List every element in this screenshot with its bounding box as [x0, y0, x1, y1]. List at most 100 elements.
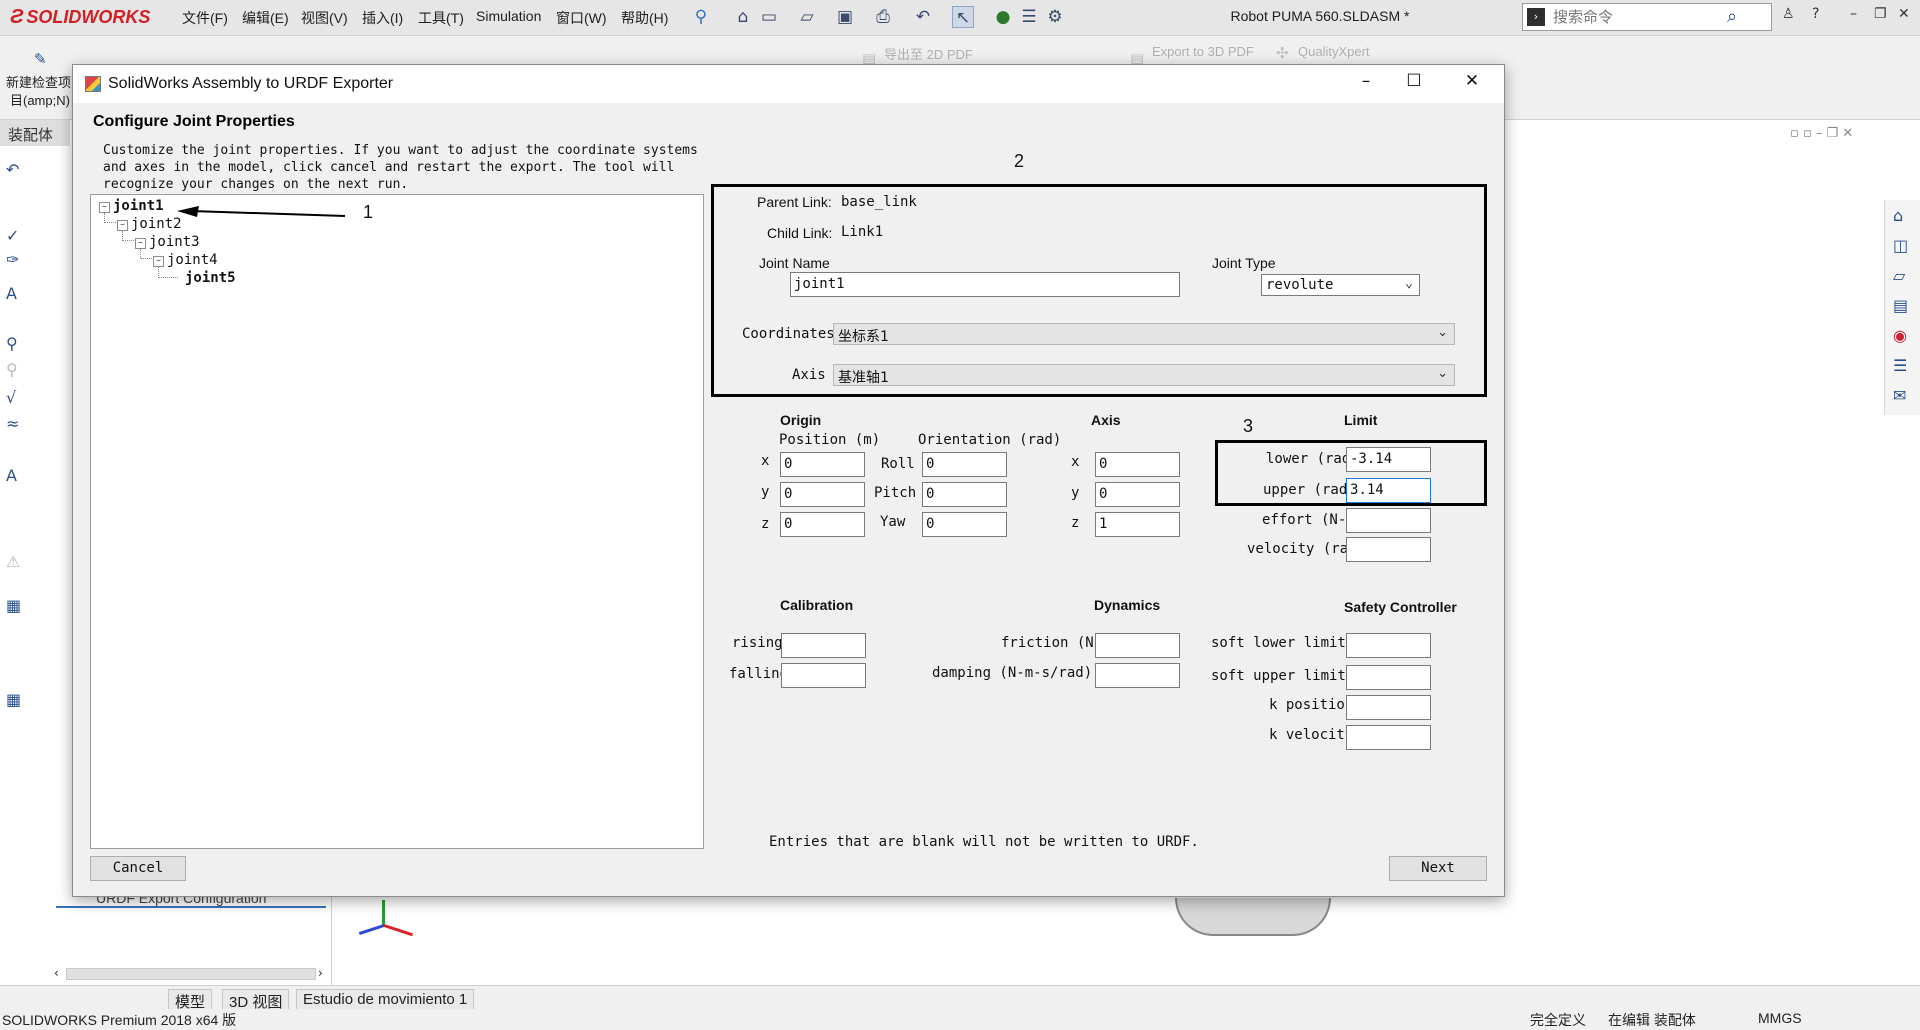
file-properties-icon[interactable]: ☰	[1018, 6, 1040, 28]
user-icon[interactable]: ♙	[1782, 6, 1795, 22]
k-velocity-input[interactable]	[1346, 725, 1431, 750]
axis-z-input[interactable]: 1	[1095, 512, 1180, 537]
help-icon[interactable]: ?	[1812, 6, 1819, 22]
tab-motion-study[interactable]: Estudio de movimiento 1	[296, 989, 475, 1010]
home-pane-icon[interactable]: ⌂	[1893, 206, 1915, 228]
curve-icon[interactable]: ≈	[6, 414, 30, 438]
velocity-input[interactable]	[1346, 537, 1431, 562]
quality-xpert-button[interactable]: QualityXpert	[1298, 44, 1370, 59]
lower-limit-input[interactable]: -3.14	[1346, 447, 1431, 472]
sketch-check-icon[interactable]: √	[6, 388, 30, 412]
dialog-close-icon[interactable]: ✕	[1457, 71, 1487, 97]
print-icon[interactable]: ⎙	[872, 6, 894, 28]
select-cursor-icon[interactable]: ↖	[952, 6, 974, 28]
unit-system[interactable]: MMGS	[1758, 1010, 1802, 1026]
solidworks-logo[interactable]: Ƨ SOLIDWORKS	[10, 6, 152, 32]
save-icon[interactable]: ▣	[834, 6, 856, 28]
menu-view[interactable]: 视图(V)	[301, 8, 348, 28]
appearances-icon[interactable]: ◉	[1893, 326, 1915, 348]
robot-base-model[interactable]	[1175, 898, 1331, 936]
menu-file[interactable]: 文件(F)	[182, 8, 228, 28]
dialog-maximize-icon[interactable]: ☐	[1399, 71, 1429, 97]
origin-y-input[interactable]: 0	[780, 482, 865, 507]
joint-type-select[interactable]: revolute ⌄	[1261, 274, 1420, 296]
search-icon[interactable]: ⌕	[1727, 6, 1751, 28]
paint-icon[interactable]: ✑	[6, 250, 30, 274]
axis-x-input[interactable]: 0	[1095, 452, 1180, 477]
tree-node-joint4[interactable]: joint4	[167, 252, 218, 268]
pitch-input[interactable]: 0	[922, 482, 1007, 507]
tree-node-joint3[interactable]: joint3	[149, 234, 200, 250]
rising-input[interactable]	[781, 633, 866, 658]
view-palette-icon[interactable]: ▤	[1893, 296, 1915, 318]
menu-window[interactable]: 窗口(W)	[556, 8, 607, 28]
minimize-icon[interactable]: –	[1850, 6, 1857, 22]
zoom-icon[interactable]: ⚲	[6, 360, 30, 384]
warning-icon[interactable]: ⚠	[6, 552, 30, 576]
viewport-controls-icon[interactable]: ▫ ▫ – ❐ ✕	[1790, 126, 1853, 141]
soft-lower-limit-input[interactable]	[1346, 633, 1431, 658]
tree-node-joint1[interactable]: joint1	[113, 198, 164, 214]
undo-icon[interactable]: ↶	[912, 6, 934, 28]
soft-upper-limit-input[interactable]	[1346, 665, 1431, 690]
effort-input[interactable]	[1346, 508, 1431, 533]
design-library-icon[interactable]: ◫	[1893, 236, 1915, 258]
collapse-icon[interactable]: –	[117, 220, 128, 231]
menu-edit[interactable]: 编辑(E)	[242, 8, 289, 28]
file-explorer-icon[interactable]: ▱	[1893, 266, 1915, 288]
axis-select[interactable]: 基准轴1 ⌄	[833, 364, 1455, 386]
options-gear-icon[interactable]: ⚙	[1044, 6, 1066, 28]
coordinates-select[interactable]: 坐标系1 ⌄	[833, 323, 1455, 345]
roll-input[interactable]: 0	[922, 452, 1007, 477]
falling-input[interactable]	[781, 663, 866, 688]
text-icon[interactable]: A	[6, 284, 30, 308]
grid-icon[interactable]: ▦	[6, 596, 30, 620]
tree-node-joint2[interactable]: joint2	[131, 216, 182, 232]
scroll-left-icon[interactable]: ‹	[54, 966, 59, 980]
pin-icon[interactable]: ⚲	[690, 6, 712, 28]
joint-tree[interactable]: – joint1 – joint2 – joint3 – joint4 join…	[90, 194, 704, 849]
annotation-icon[interactable]: A	[6, 466, 30, 490]
rebuild-icon[interactable]: ●	[992, 6, 1014, 28]
search-commands-box[interactable]: › ⌕	[1522, 3, 1772, 31]
scroll-right-icon[interactable]: ›	[318, 966, 323, 980]
custom-properties-icon[interactable]: ☰	[1893, 356, 1915, 378]
k-position-input[interactable]	[1346, 695, 1431, 720]
measure-icon[interactable]: ⚲	[6, 334, 30, 358]
axis-y-input[interactable]: 0	[1095, 482, 1180, 507]
damping-input[interactable]	[1095, 663, 1180, 688]
menu-tools[interactable]: 工具(T)	[418, 8, 464, 28]
export-3d-pdf-button[interactable]: Export to 3D PDF	[1152, 44, 1254, 59]
close-icon[interactable]: ✕	[1898, 6, 1910, 22]
origin-z-input[interactable]: 0	[780, 512, 865, 537]
search-input[interactable]	[1553, 7, 1733, 27]
quality-xpert-icon[interactable]: ✣	[1276, 44, 1289, 62]
collapse-icon[interactable]: –	[135, 238, 146, 249]
collapse-icon[interactable]: –	[153, 256, 164, 267]
friction-input[interactable]	[1095, 633, 1180, 658]
table-icon[interactable]: ▦	[6, 690, 30, 714]
check-spelling-icon[interactable]: ✓	[6, 226, 30, 250]
menu-help[interactable]: 帮助(H)	[621, 8, 668, 28]
open-folder-icon[interactable]: ▱	[796, 6, 818, 28]
new-check-icon[interactable]: ✎	[34, 50, 47, 68]
horizontal-scrollbar[interactable]	[66, 968, 316, 980]
restore-icon[interactable]: ❐	[1874, 6, 1887, 22]
assembly-tab[interactable]: 装配体	[0, 120, 70, 146]
dialog-minimize-icon[interactable]: –	[1351, 71, 1381, 97]
origin-x-input[interactable]: 0	[780, 452, 865, 477]
yaw-input[interactable]: 0	[922, 512, 1007, 537]
cancel-button[interactable]: Cancel	[90, 856, 186, 881]
collapse-icon[interactable]: –	[99, 202, 110, 213]
joint-name-input[interactable]: joint1	[790, 272, 1180, 297]
forum-icon[interactable]: ✉	[1893, 386, 1915, 408]
upper-limit-input[interactable]: 3.14	[1346, 478, 1431, 503]
menu-simulation[interactable]: Simulation	[476, 8, 541, 24]
export-2d-pdf-button[interactable]: 导出至 2D PDF	[884, 44, 973, 63]
next-button[interactable]: Next	[1389, 856, 1487, 881]
tree-node-joint5[interactable]: joint5	[185, 270, 236, 286]
new-document-icon[interactable]: ▭	[758, 6, 780, 28]
mate-icon[interactable]: ↶	[6, 160, 30, 184]
home-icon[interactable]: ⌂	[732, 6, 754, 28]
menu-insert[interactable]: 插入(I)	[362, 8, 403, 28]
